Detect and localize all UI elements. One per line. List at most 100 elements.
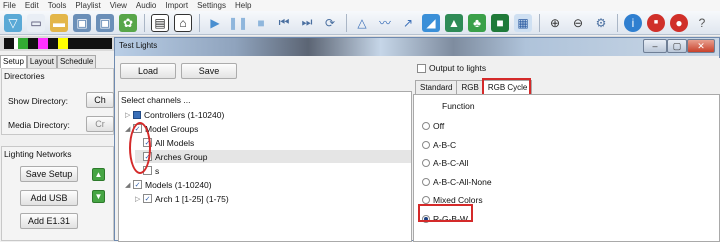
gear-green-icon[interactable]: ✿	[119, 13, 137, 32]
menu-playlist[interactable]: Playlist	[75, 1, 100, 10]
pause-icon[interactable]: ❚❚	[228, 14, 248, 32]
stop-sign-icon[interactable]: ■	[647, 13, 665, 32]
load-button[interactable]: Load	[120, 63, 176, 79]
menubar: File Edit Tools Playlist View Audio Impo…	[0, 0, 720, 11]
function-option[interactable]: A-B-C-All-None	[422, 176, 492, 188]
toolbar-separator	[617, 13, 618, 32]
ramp-icon[interactable]: ◢	[422, 13, 440, 32]
tree-item-label: s	[155, 165, 160, 176]
expand-arrow-icon[interactable]: ▷	[135, 195, 143, 203]
toolbar-separator	[346, 13, 347, 32]
zoom-in-icon[interactable]: ⊕	[546, 14, 564, 32]
radio-button[interactable]	[422, 122, 430, 130]
toolbar-separator	[144, 13, 145, 32]
save-as-icon[interactable]: ▣	[96, 13, 114, 32]
tree-checkbox[interactable]: ✓	[133, 180, 142, 189]
tree-item-label: Arches Group	[155, 151, 208, 162]
save-button[interactable]: Save	[181, 63, 237, 79]
menu-file[interactable]: File	[3, 1, 16, 10]
output-to-lights-checkbox[interactable]	[417, 63, 426, 73]
menu-edit[interactable]: Edit	[25, 1, 39, 10]
radio-button[interactable]	[422, 196, 430, 204]
test-lights-icon[interactable]: ▤	[151, 13, 169, 32]
filter-icon[interactable]: ▽	[4, 13, 22, 32]
show-directory-label: Show Directory:	[8, 96, 68, 106]
new-file-icon[interactable]: ▭	[27, 13, 45, 32]
tree-header: Select channels ...	[121, 94, 191, 105]
function-option-label: Off	[433, 121, 445, 131]
collapse-arrow-icon[interactable]: ◢	[125, 181, 133, 189]
tab-layout[interactable]: Layout	[26, 55, 57, 68]
channel-tree[interactable]: Select channels ... ▷ Controllers (1-1024…	[118, 91, 412, 242]
zoom-out-icon[interactable]: ⊖	[569, 14, 587, 32]
dialog-titlebar[interactable]: Test Lights – ▢ ✕	[115, 38, 719, 56]
tree-item-label: Controllers (1-10240)	[144, 109, 225, 120]
expand-arrow-icon[interactable]: ▷	[125, 111, 133, 119]
tree-item-label: Models (1-10240)	[145, 179, 212, 190]
menu-view[interactable]: View	[110, 1, 127, 10]
change-media-directory-button[interactable]: Cr	[86, 116, 114, 132]
stop-icon[interactable]: ■	[252, 14, 270, 32]
function-option[interactable]: A-B-C-All	[422, 157, 468, 169]
add-usb-button[interactable]: Add USB	[20, 190, 78, 206]
menu-audio[interactable]: Audio	[136, 1, 156, 10]
dialog-title: Test Lights	[119, 41, 158, 50]
tree-item[interactable]: ◢ ✓ Models (1-10240)	[125, 178, 212, 191]
tree-item-label: Model Groups	[145, 123, 199, 134]
tree-item[interactable]: ✓ Arches Group	[135, 150, 411, 163]
chart-icon[interactable]: ↗	[399, 14, 417, 32]
function-option[interactable]: A-B-C	[422, 139, 456, 151]
repeat-icon[interactable]: ⟳	[321, 14, 339, 32]
tab-rgb[interactable]: RGB	[456, 80, 484, 94]
menu-tools[interactable]: Tools	[48, 1, 67, 10]
toolbar: ▽ ▭ ▬ ▣ ▣ ✿ ▤ ⌂ ▶ ❚❚ ■ ⏮ ⏭ ⟳ △ 〰 ↗ ◢ ▲ ♣…	[0, 11, 720, 35]
minimize-button[interactable]: –	[643, 39, 667, 53]
record-icon[interactable]: ●	[670, 13, 688, 32]
tree-icon[interactable]: ♣	[468, 13, 486, 32]
close-button[interactable]: ✕	[687, 39, 715, 53]
house-icon[interactable]: ⌂	[174, 13, 192, 32]
lighting-networks-label: Lighting Networks	[4, 149, 72, 159]
radio-button[interactable]	[422, 159, 430, 167]
tree-checkbox[interactable]: ✓	[143, 194, 152, 203]
function-option-label: A-B-C-All-None	[433, 176, 492, 187]
tree-item-label: All Models	[155, 137, 195, 148]
forward-icon[interactable]: ⏭	[298, 14, 316, 32]
save-setup-button[interactable]: Save Setup	[20, 166, 78, 182]
toolbar-separator	[199, 13, 200, 32]
grid-icon[interactable]: ▦	[514, 13, 532, 32]
function-option-label: A-B-C	[433, 139, 457, 150]
triangle-icon[interactable]: △	[353, 14, 371, 32]
tree-item-label: Arch 1 [1-25] (1-75)	[155, 193, 229, 204]
change-show-directory-button[interactable]: Ch	[86, 92, 114, 108]
pyramid-icon[interactable]: ▲	[445, 13, 463, 32]
directories-label: Directories	[4, 71, 45, 81]
function-option-label: A-B-C-All	[433, 158, 469, 168]
output-to-lights-option[interactable]: Output to lights	[417, 63, 486, 73]
matrix-icon[interactable]: ■	[491, 13, 509, 32]
move-up-icon[interactable]: ▲	[92, 168, 105, 181]
settings-gear-icon[interactable]: ⚙	[592, 14, 610, 32]
wave-icon[interactable]: 〰	[376, 14, 394, 32]
tab-setup[interactable]: Setup	[0, 55, 27, 68]
rewind-icon[interactable]: ⏮	[275, 14, 293, 32]
move-down-icon[interactable]: ▼	[92, 190, 105, 203]
menu-settings[interactable]: Settings	[197, 1, 226, 10]
tree-item[interactable]: ▷ Controllers (1-10240)	[125, 108, 224, 121]
open-folder-icon[interactable]: ▬	[50, 13, 68, 32]
menu-help[interactable]: Help	[235, 1, 251, 10]
add-e131-button[interactable]: Add E1.31	[20, 213, 78, 229]
menu-import[interactable]: Import	[165, 1, 188, 10]
radio-button[interactable]	[422, 140, 430, 149]
maximize-button[interactable]: ▢	[667, 39, 687, 53]
info-icon[interactable]: i	[624, 13, 642, 32]
save-icon[interactable]: ▣	[73, 13, 91, 32]
tab-standard[interactable]: Standard	[415, 80, 458, 94]
tree-item[interactable]: ▷ ✓ Arch 1 [1-25] (1-75)	[135, 192, 229, 205]
help-question-icon[interactable]: ?	[693, 14, 711, 32]
tab-schedule[interactable]: Schedule	[56, 55, 97, 68]
radio-button[interactable]	[422, 177, 430, 186]
play-icon[interactable]: ▶	[206, 14, 224, 32]
function-option[interactable]: Off	[422, 120, 444, 132]
color-preview-bar	[4, 38, 112, 49]
